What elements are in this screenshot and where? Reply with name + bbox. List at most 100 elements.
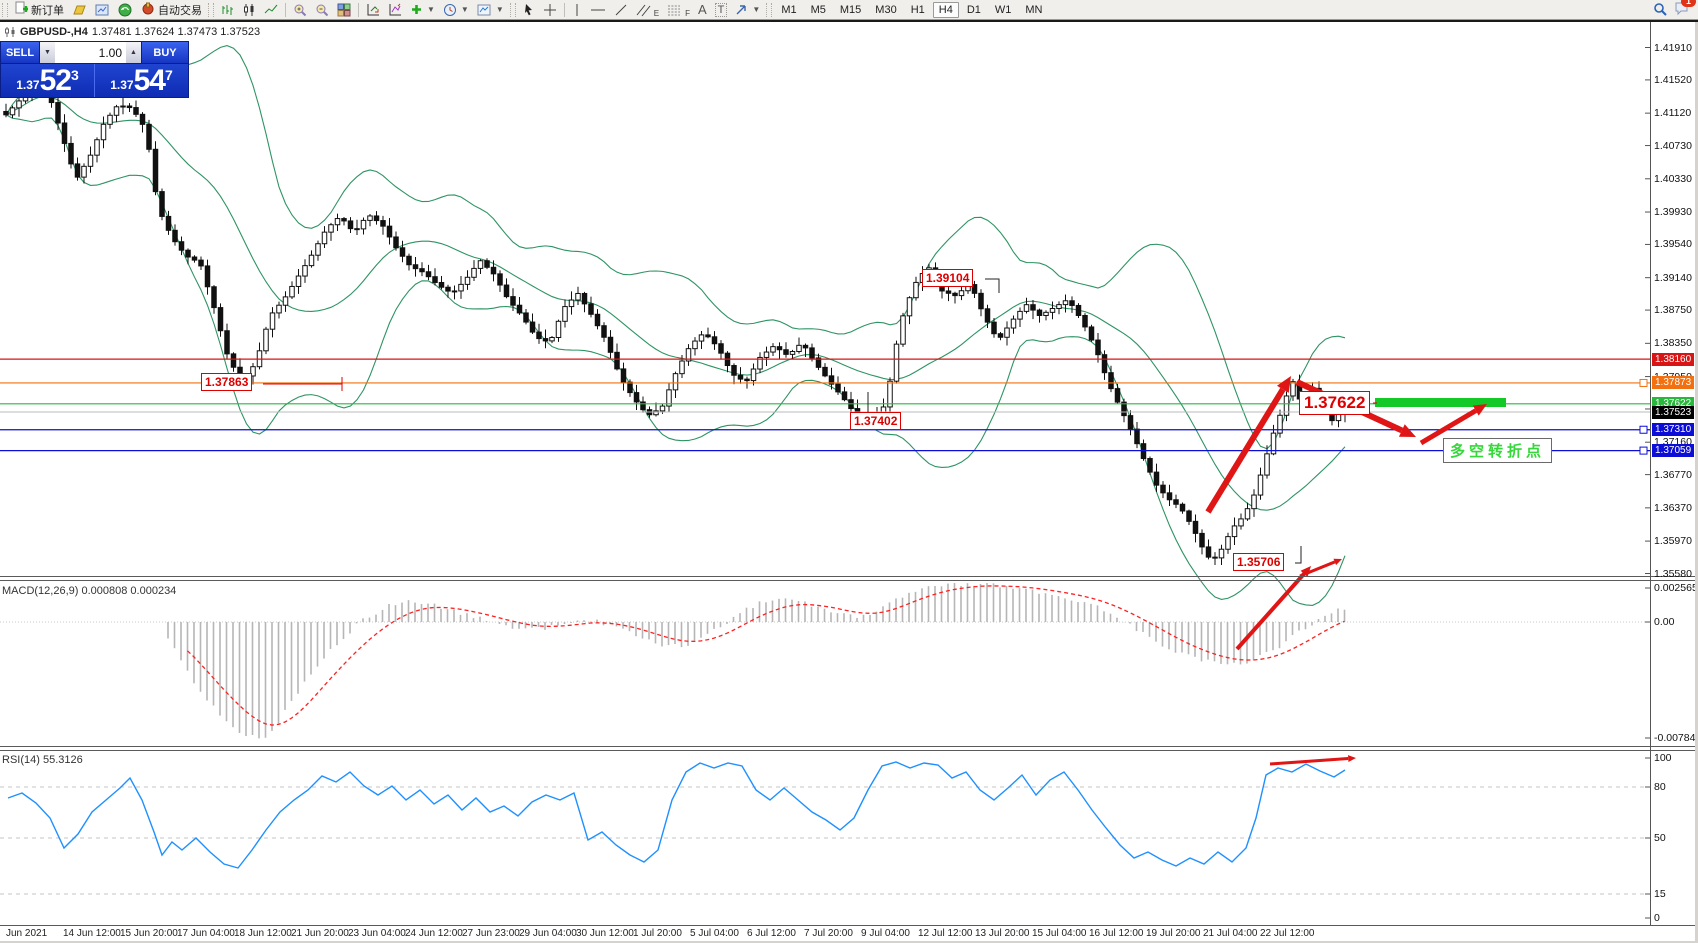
arrow-tool-icon	[735, 3, 748, 16]
timeframe-button-m15[interactable]: M15	[834, 2, 867, 18]
candlestick-mode-button[interactable]	[238, 1, 260, 18]
price-callout[interactable]: 1.39104	[922, 269, 973, 287]
timeframe-button-m1[interactable]: M1	[775, 2, 802, 18]
equidistant-channel-icon	[636, 3, 651, 17]
volume-increase-button[interactable]: ▲	[126, 42, 141, 63]
timeframe-toolbar: M1M5M15M30H1H4D1W1MN	[774, 2, 1049, 18]
horizontal-line-icon	[590, 3, 606, 17]
buy-price-sup: 7	[165, 67, 173, 83]
auto-trading-label: 自动交易	[158, 2, 202, 18]
label-tool-button[interactable]: T	[711, 1, 732, 18]
search-icon[interactable]	[1653, 2, 1668, 17]
timeframe-button-h4[interactable]: H4	[933, 2, 959, 18]
timeframe-button-mn[interactable]: MN	[1019, 2, 1048, 18]
note-box[interactable]: 多空转折点	[1443, 438, 1552, 463]
arrows-tool-button[interactable]: ▼	[731, 1, 764, 18]
new-order-button[interactable]: 新订单	[10, 1, 68, 18]
trendline-icon	[614, 3, 628, 17]
buy-button[interactable]: BUY	[141, 42, 188, 63]
mt4-terminal: 新订单 自动交易	[0, 0, 1698, 943]
chart-autoscroll-icon	[388, 3, 402, 17]
vline-tool-button[interactable]	[568, 1, 586, 18]
rsi-value: 55.3126	[43, 754, 83, 766]
timeframe-button-d1[interactable]: D1	[961, 2, 987, 18]
chevron-down-icon: ▼	[461, 5, 469, 14]
timeframe-button-m30[interactable]: M30	[869, 2, 902, 18]
zoom-out-icon	[315, 3, 329, 17]
signals-button[interactable]	[114, 1, 137, 18]
tile-windows-button[interactable]	[333, 1, 355, 18]
rsi-layer	[0, 762, 1650, 894]
timeframe-button-m5[interactable]: M5	[805, 2, 832, 18]
candles-layer	[4, 76, 1348, 565]
tile-windows-icon	[337, 3, 351, 17]
sell-price[interactable]: 1.37 52 3	[1, 64, 95, 97]
period-button[interactable]: ▼	[439, 1, 473, 18]
bar-chart-mode-button[interactable]	[216, 1, 238, 18]
volume-input[interactable]: 1.00	[55, 42, 126, 63]
toolbar: 新订单 自动交易	[0, 0, 1698, 20]
buy-price[interactable]: 1.37 54 7	[95, 64, 188, 97]
market-watch-button[interactable]	[91, 1, 114, 18]
macd-layer	[0, 583, 1650, 738]
channel-glyph: E	[654, 9, 659, 18]
symbol-period: GBPUSD-,H4	[20, 26, 88, 38]
chart-autoscroll-button[interactable]	[384, 1, 406, 18]
one-click-trading-panel: SELL ▼ 1.00 ▲ BUY 1.37 52 3 1.37 54 7	[0, 41, 189, 98]
price-callout[interactable]: 1.37402	[850, 412, 901, 430]
text-tool-button[interactable]: A	[694, 1, 711, 18]
chevron-down-icon: ▼	[427, 5, 435, 14]
line-chart-mode-button[interactable]	[260, 1, 282, 18]
fibonacci-glyph: F	[685, 9, 690, 18]
sell-button[interactable]: SELL	[1, 42, 40, 63]
sell-price-main: 52	[40, 67, 71, 95]
channel-tool-button[interactable]: E	[632, 1, 663, 18]
text-tool-icon: A	[698, 2, 707, 17]
chart-shift-button[interactable]	[362, 1, 384, 18]
bollinger-bands	[6, 46, 1345, 606]
price-callout[interactable]: 1.35706	[1233, 553, 1284, 571]
ohlc-values: 1.37481 1.37624 1.37473 1.37523	[92, 26, 260, 38]
clock-icon	[443, 3, 457, 17]
sell-price-small: 1.37	[16, 78, 39, 92]
fibonacci-icon	[667, 3, 682, 17]
buy-price-main: 54	[134, 67, 165, 95]
add-indicator-button[interactable]: ▼	[406, 1, 439, 18]
fibonacci-tool-button[interactable]: F	[663, 1, 694, 18]
timeframe-button-h1[interactable]: H1	[905, 2, 931, 18]
sell-price-sup: 3	[71, 67, 79, 83]
label-tool-icon: T	[715, 3, 728, 17]
profiles-icon	[72, 3, 87, 17]
volume-decrease-button[interactable]: ▼	[40, 42, 55, 63]
zoom-out-button[interactable]	[311, 1, 333, 18]
new-order-label: 新订单	[31, 2, 64, 18]
template-icon	[477, 3, 492, 17]
panel-frames	[0, 22, 1695, 926]
crosshair-tool-button[interactable]	[539, 1, 561, 18]
macd-label: MACD(12,26,9) 0.000808 0.000234	[2, 585, 176, 597]
cursor-tool-button[interactable]	[518, 1, 539, 18]
zoom-in-icon	[293, 3, 307, 17]
rsi-label: RSI(14) 55.3126	[2, 754, 83, 766]
trendline-tool-button[interactable]	[610, 1, 632, 18]
timeframe-button-w1[interactable]: W1	[989, 2, 1018, 18]
template-button[interactable]: ▼	[473, 1, 508, 18]
line-chart-icon	[264, 3, 278, 17]
market-watch-icon	[95, 3, 110, 17]
price-callout[interactable]: 1.37863	[201, 373, 252, 391]
price-callout[interactable]: 1.37622	[1299, 391, 1370, 415]
profiles-button[interactable]	[68, 1, 91, 18]
candlestick-icon	[242, 3, 256, 17]
notifications-button[interactable]: 1	[1674, 1, 1690, 19]
hline-tool-button[interactable]	[586, 1, 610, 18]
chevron-down-icon: ▼	[752, 5, 760, 14]
cursor-icon	[522, 3, 535, 17]
zoom-in-button[interactable]	[289, 1, 311, 18]
auto-trading-button[interactable]: 自动交易	[137, 1, 206, 18]
annotations-layer	[263, 279, 1506, 764]
chart-plot[interactable]	[0, 0, 1698, 943]
chart-title: GBPUSD-,H4 1.37481 1.37624 1.37473 1.375…	[4, 26, 260, 38]
chart-shift-icon	[366, 3, 380, 17]
macd-values: 0.000808 0.000234	[81, 585, 176, 597]
signals-icon	[118, 3, 133, 17]
